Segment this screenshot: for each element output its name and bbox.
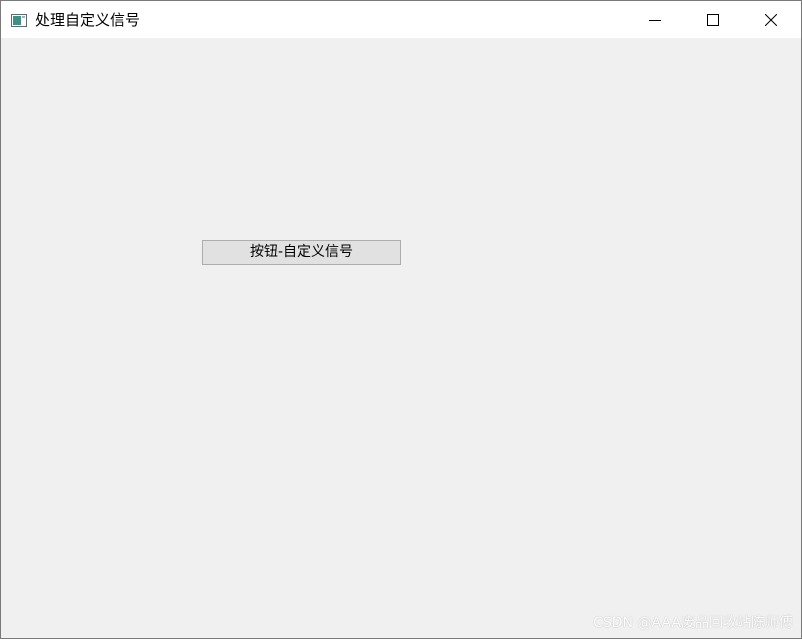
- custom-signal-button[interactable]: 按钮-自定义信号: [202, 240, 401, 265]
- csdn-watermark: CSDN @AAA废品回收站陈师傅: [593, 615, 793, 631]
- close-button[interactable]: [742, 1, 800, 38]
- client-area: 按钮-自定义信号: [1, 38, 801, 638]
- minimize-button[interactable]: [626, 1, 684, 38]
- app-window-icon: [11, 12, 27, 27]
- close-icon: [765, 13, 777, 26]
- maximize-button[interactable]: [684, 1, 742, 38]
- maximize-icon: [707, 13, 719, 26]
- minimize-icon: [649, 14, 661, 26]
- title-bar[interactable]: 处理自定义信号: [1, 1, 801, 38]
- app-window: 处理自定义信号 按钮-自定义信号 CSDN @AAA废品回收站陈师傅: [0, 0, 802, 639]
- window-title: 处理自定义信号: [35, 11, 141, 29]
